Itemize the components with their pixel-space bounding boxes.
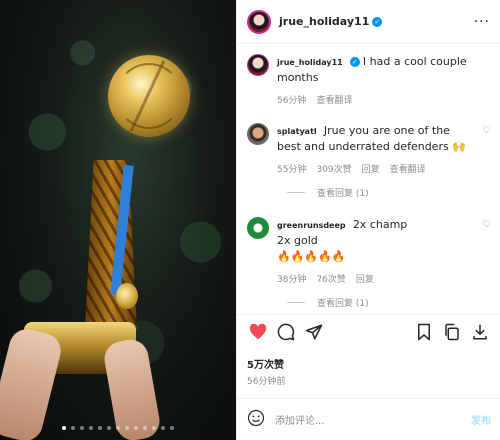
caption: jrue_holiday11 ✓ I had a cool couple mont… (247, 54, 491, 109)
verified-badge-icon: ✓ (349, 57, 360, 67)
carousel-dot[interactable] (116, 426, 120, 430)
comment-input[interactable]: 添加评论... (275, 412, 471, 427)
see-translation-link[interactable]: 查看翻译 (390, 163, 426, 178)
action-bar (237, 314, 500, 348)
comment-meta: 38分钟 76次赞 回复 (277, 273, 476, 288)
carousel-dot[interactable] (143, 426, 147, 430)
post-header: jrue_holiday11 ✓ ··· (237, 0, 500, 44)
post-photo[interactable] (0, 0, 236, 440)
caption-meta: 56分钟 查看翻译 (277, 94, 491, 109)
trophy-ball (108, 55, 190, 137)
carousel-dot[interactable] (98, 426, 102, 430)
heart-icon[interactable] (247, 321, 269, 343)
list-item: splatyatl Jrue you are one of the best a… (247, 123, 491, 178)
comment-username[interactable]: greenrunsdeep (277, 221, 346, 230)
post-comment-button[interactable]: 发布 (471, 412, 491, 427)
avatar[interactable] (247, 123, 269, 145)
view-replies-label: 查看回复 (1) (317, 189, 369, 199)
view-replies-label: 查看回复 (1) (317, 299, 369, 309)
carousel-dot[interactable] (161, 426, 165, 430)
view-replies-button[interactable]: 查看回复 (1) (287, 186, 491, 199)
avatar[interactable] (247, 9, 271, 34)
carousel-dot[interactable] (134, 426, 138, 430)
gold-medal (116, 283, 138, 309)
comment-list: jrue_holiday11 ✓ I had a cool couple mont… (237, 44, 500, 314)
carousel-dot[interactable] (71, 426, 75, 430)
like-count[interactable]: 5万次赞 (247, 356, 284, 371)
carousel-dot[interactable] (170, 426, 174, 430)
see-translation-link[interactable]: 查看翻译 (316, 94, 352, 109)
caption-username[interactable]: jrue_holiday11 (277, 58, 343, 67)
carousel-dot[interactable] (152, 426, 156, 430)
verified-badge-icon: ✓ (372, 16, 383, 27)
carousel-indicator (0, 426, 236, 430)
instagram-post-view: jrue_holiday11 ✓ ··· jrue_holiday11 ✓ I h… (0, 0, 500, 440)
share-icon[interactable] (303, 321, 325, 343)
comment-time: 55分钟 (277, 165, 307, 175)
carousel-dot[interactable] (80, 426, 84, 430)
list-item: greenrunsdeep 2x champ 2x gold 🔥🔥🔥🔥🔥 38分… (247, 217, 491, 288)
more-icon[interactable]: ··· (474, 14, 490, 30)
comment-composer: 添加评论... 发布 (237, 398, 500, 440)
replies-divider (287, 302, 305, 303)
comment-likes[interactable]: 76次赞 (316, 273, 345, 288)
download-icon[interactable] (469, 321, 491, 343)
caption-time: 56分钟 (277, 96, 307, 106)
comment-body: splatyatl Jrue you are one of the best a… (277, 123, 476, 178)
avatar[interactable] (247, 217, 269, 239)
reply-button[interactable]: 回复 (362, 163, 380, 178)
carousel-dot[interactable] (62, 426, 66, 430)
comment-time: 38分钟 (277, 275, 307, 285)
post-sidebar: jrue_holiday11 ✓ ··· jrue_holiday11 ✓ I h… (236, 0, 500, 440)
view-replies-button[interactable]: 查看回复 (1) (287, 296, 491, 309)
emoji-icon[interactable] (247, 409, 265, 431)
avatar[interactable] (247, 54, 269, 76)
carousel-dot[interactable] (107, 426, 111, 430)
post-time: 56分钟前 (247, 377, 286, 387)
header-username[interactable]: jrue_holiday11 (279, 15, 369, 28)
replies-divider (287, 192, 305, 193)
comment-likes[interactable]: 309次赞 (316, 163, 351, 178)
carousel-dot[interactable] (125, 426, 129, 430)
comment-meta: 55分钟 309次赞 回复 查看翻译 (277, 163, 476, 178)
comment-like-heart-icon[interactable]: ♡ (482, 219, 491, 288)
caption-body: jrue_holiday11 ✓ I had a cool couple mont… (277, 54, 491, 109)
comment-body: greenrunsdeep 2x champ 2x gold 🔥🔥🔥🔥🔥 38分… (277, 217, 476, 288)
reply-button[interactable]: 回复 (356, 273, 374, 288)
comment-username[interactable]: splatyatl (277, 127, 317, 136)
save-icon[interactable] (413, 321, 435, 343)
carousel-dot[interactable] (89, 426, 93, 430)
comment-icon[interactable] (275, 321, 297, 343)
copy-icon[interactable] (441, 321, 463, 343)
comment-like-heart-icon[interactable]: ♡ (482, 125, 491, 178)
